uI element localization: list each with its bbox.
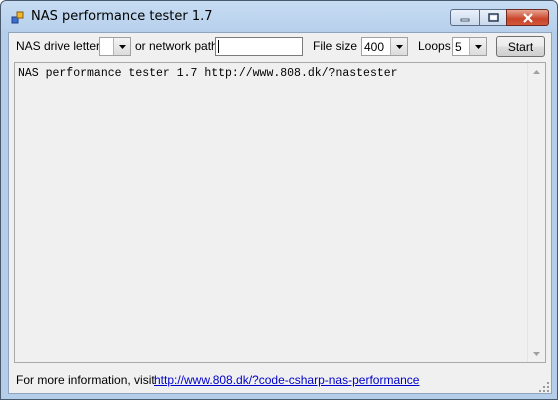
start-button[interactable]: Start: [496, 36, 545, 57]
minimize-icon: [460, 18, 470, 21]
scroll-down-button[interactable]: [528, 345, 545, 362]
client-area: NAS drive letter or network path File si…: [8, 32, 552, 394]
loops-label: Loops: [418, 39, 451, 53]
loops-dropdown-button[interactable]: [469, 38, 486, 55]
chevron-down-icon: [474, 44, 482, 49]
loops-value: 5: [455, 40, 462, 54]
app-window: NAS performance tester 1.7 NAS drive let…: [0, 0, 558, 400]
vertical-scrollbar[interactable]: [527, 63, 545, 362]
scroll-down-icon: [533, 351, 540, 356]
app-icon: [11, 11, 25, 25]
chevron-down-icon: [118, 44, 126, 49]
title-bar[interactable]: NAS performance tester 1.7: [1, 1, 557, 33]
maximize-icon: [487, 13, 499, 22]
text-caret: [218, 40, 219, 53]
maximize-button[interactable]: [479, 9, 506, 26]
resize-grip-icon[interactable]: [539, 381, 549, 392]
window-controls: [450, 9, 549, 28]
close-button[interactable]: [506, 9, 549, 26]
close-icon: [522, 12, 533, 23]
drive-letter-dropdown-button[interactable]: [113, 38, 130, 55]
output-textarea[interactable]: NAS performance tester 1.7 http://www.80…: [14, 62, 546, 363]
file-size-select[interactable]: 400: [361, 37, 408, 56]
scroll-up-button[interactable]: [528, 63, 545, 80]
file-size-value: 400: [364, 40, 385, 54]
footer-info-link[interactable]: http://www.808.dk/?code-csharp-nas-perfo…: [154, 373, 419, 387]
chevron-down-icon: [395, 44, 403, 49]
minimize-button[interactable]: [450, 9, 479, 26]
network-path-label: or network path: [135, 39, 218, 53]
loops-select[interactable]: 5: [452, 37, 487, 56]
footer-info-text: For more information, visit: [16, 373, 155, 387]
network-path-input[interactable]: [215, 37, 303, 56]
window-title: NAS performance tester 1.7: [31, 9, 213, 24]
drive-letter-label: NAS drive letter: [16, 39, 101, 53]
output-text: NAS performance tester 1.7 http://www.80…: [18, 67, 398, 80]
file-size-label: File size: [313, 39, 358, 53]
file-size-dropdown-button[interactable]: [390, 38, 407, 55]
drive-letter-select[interactable]: [99, 37, 131, 56]
scroll-up-icon: [533, 69, 540, 74]
